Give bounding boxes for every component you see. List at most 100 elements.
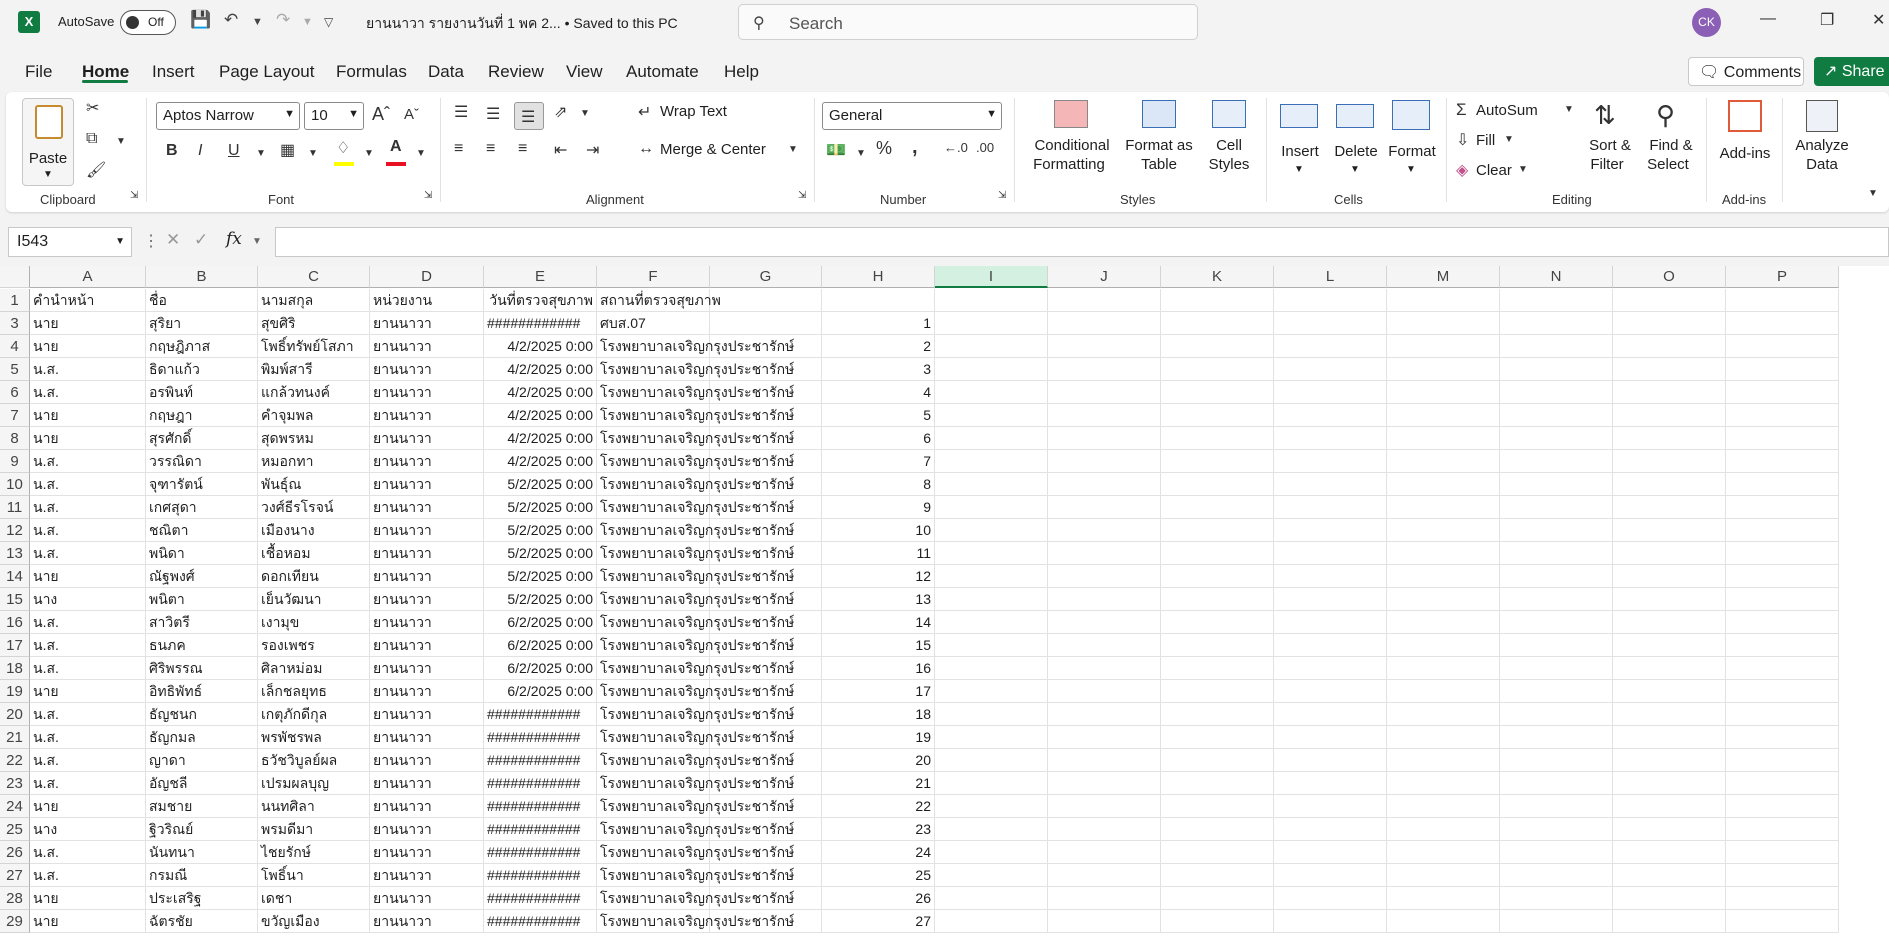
cell[interactable]: ยานนาวา (370, 588, 484, 611)
column-header-f[interactable]: F (597, 266, 710, 288)
tab-page-layout[interactable]: Page Layout (219, 62, 314, 82)
decrease-indent-icon[interactable]: ⇤ (554, 140, 567, 160)
cell[interactable] (1161, 473, 1274, 496)
column-header-k[interactable]: K (1161, 266, 1274, 288)
cell[interactable] (1161, 565, 1274, 588)
cell[interactable] (1613, 795, 1726, 818)
cell[interactable]: โรงพยาบาลเจริญกรุงประชารักษ์ (597, 749, 794, 772)
cell[interactable] (1274, 772, 1387, 795)
cell[interactable]: สาวิตรี (146, 611, 258, 634)
cell[interactable] (1048, 335, 1161, 358)
cell[interactable]: โพธิ์ทรัพย์โสภา (258, 335, 370, 358)
cell[interactable]: 25 (822, 864, 935, 887)
tab-home[interactable]: Home (82, 62, 129, 82)
cell[interactable]: นามสกุล (258, 289, 370, 312)
cell[interactable]: 22 (822, 795, 935, 818)
borders-dropdown-icon[interactable]: ▼ (308, 148, 318, 159)
cell[interactable]: พันธุ์ณ (258, 473, 370, 496)
cell[interactable]: กฤษฎิภาส (146, 335, 258, 358)
cell[interactable] (1726, 450, 1839, 473)
borders-icon[interactable]: ▦ (280, 140, 295, 160)
cell[interactable]: 4/2/2025 0:00 (484, 358, 597, 381)
cell[interactable] (935, 611, 1048, 634)
cell[interactable]: 4/2/2025 0:00 (484, 381, 597, 404)
cell[interactable] (1274, 427, 1387, 450)
cell[interactable] (1500, 565, 1613, 588)
share-button[interactable]: ↗ Share (1814, 57, 1889, 86)
cell[interactable] (935, 358, 1048, 381)
accounting-dropdown-icon[interactable]: ▼ (856, 148, 866, 159)
cell[interactable] (1500, 841, 1613, 864)
comma-style-icon[interactable]: , (912, 136, 918, 159)
cell[interactable] (1048, 289, 1161, 312)
cell[interactable] (1387, 519, 1500, 542)
cell[interactable] (1274, 542, 1387, 565)
cell[interactable] (935, 588, 1048, 611)
underline-dropdown-icon[interactable]: ▼ (256, 148, 266, 159)
cell[interactable]: โรงพยาบาลเจริญกรุงประชารักษ์ (597, 358, 794, 381)
cell[interactable]: 6/2/2025 0:00 (484, 680, 597, 703)
cell[interactable] (1613, 312, 1726, 335)
cell[interactable] (935, 910, 1048, 933)
autosave-toggle[interactable]: Off (120, 10, 176, 35)
cell[interactable]: ญาดา (146, 749, 258, 772)
cell[interactable] (1726, 680, 1839, 703)
cell[interactable] (1274, 496, 1387, 519)
cell[interactable]: ดอกเทียน (258, 565, 370, 588)
cell[interactable] (935, 634, 1048, 657)
cell[interactable] (1500, 795, 1613, 818)
cell[interactable]: 14 (822, 611, 935, 634)
cell[interactable] (1161, 519, 1274, 542)
cell[interactable]: พิมพ์สารี (258, 358, 370, 381)
cell[interactable]: ยานนาวา (370, 910, 484, 933)
cell[interactable] (1613, 381, 1726, 404)
align-left-icon[interactable]: ≡ (454, 140, 463, 158)
cell[interactable]: โรงพยาบาลเจริญกรุงประชารักษ์ (597, 381, 794, 404)
cell[interactable] (1500, 404, 1613, 427)
cell[interactable]: น.ส. (30, 542, 146, 565)
cell[interactable] (1274, 611, 1387, 634)
cell[interactable] (1161, 910, 1274, 933)
cell[interactable] (1500, 473, 1613, 496)
cell[interactable]: น.ส. (30, 657, 146, 680)
cell[interactable]: ############ (484, 818, 597, 841)
font-launcher-icon[interactable]: ⇲ (424, 190, 432, 201)
cell[interactable] (1387, 427, 1500, 450)
cell[interactable]: ยานนาวา (370, 841, 484, 864)
cell[interactable] (1387, 450, 1500, 473)
autosum-button[interactable]: Σ AutoSum ▼ (1452, 98, 1582, 122)
cell[interactable]: ยานนาวา (370, 358, 484, 381)
cell[interactable]: สมชาย (146, 795, 258, 818)
cell[interactable] (1274, 588, 1387, 611)
fill-button[interactable]: ⇩ Fill ▼ (1452, 128, 1532, 152)
cell[interactable]: 4/2/2025 0:00 (484, 404, 597, 427)
cell[interactable]: ยานนาวา (370, 887, 484, 910)
cell[interactable]: โรงพยาบาลเจริญกรุงประชารักษ์ (597, 519, 794, 542)
row-header[interactable]: 9 (0, 450, 30, 473)
cell[interactable]: นาง (30, 588, 146, 611)
row-header[interactable]: 18 (0, 657, 30, 680)
underline-button[interactable]: U (228, 142, 240, 160)
cell[interactable] (1161, 450, 1274, 473)
cell[interactable] (935, 565, 1048, 588)
cell[interactable] (1613, 726, 1726, 749)
cell[interactable] (1500, 634, 1613, 657)
cell[interactable]: ############ (484, 910, 597, 933)
cell[interactable]: ยานนาวา (370, 496, 484, 519)
cell[interactable] (1613, 588, 1726, 611)
cell[interactable]: เชื้อหอม (258, 542, 370, 565)
cell[interactable] (935, 450, 1048, 473)
close-icon[interactable]: ✕ (1872, 10, 1885, 30)
cell[interactable]: ยานนาวา (370, 818, 484, 841)
cell[interactable]: โรงพยาบาลเจริญกรุงประชารักษ์ (597, 588, 794, 611)
row-header[interactable]: 3 (0, 312, 30, 335)
cell[interactable]: 18 (822, 703, 935, 726)
copy-dropdown-icon[interactable]: ▼ (116, 136, 126, 147)
cell[interactable]: 8 (822, 473, 935, 496)
cell[interactable] (1613, 473, 1726, 496)
cell[interactable] (1161, 864, 1274, 887)
cell[interactable]: น.ส. (30, 496, 146, 519)
cell[interactable] (1726, 335, 1839, 358)
cell[interactable]: โพธิ์นา (258, 864, 370, 887)
cell[interactable]: เกศสุดา (146, 496, 258, 519)
